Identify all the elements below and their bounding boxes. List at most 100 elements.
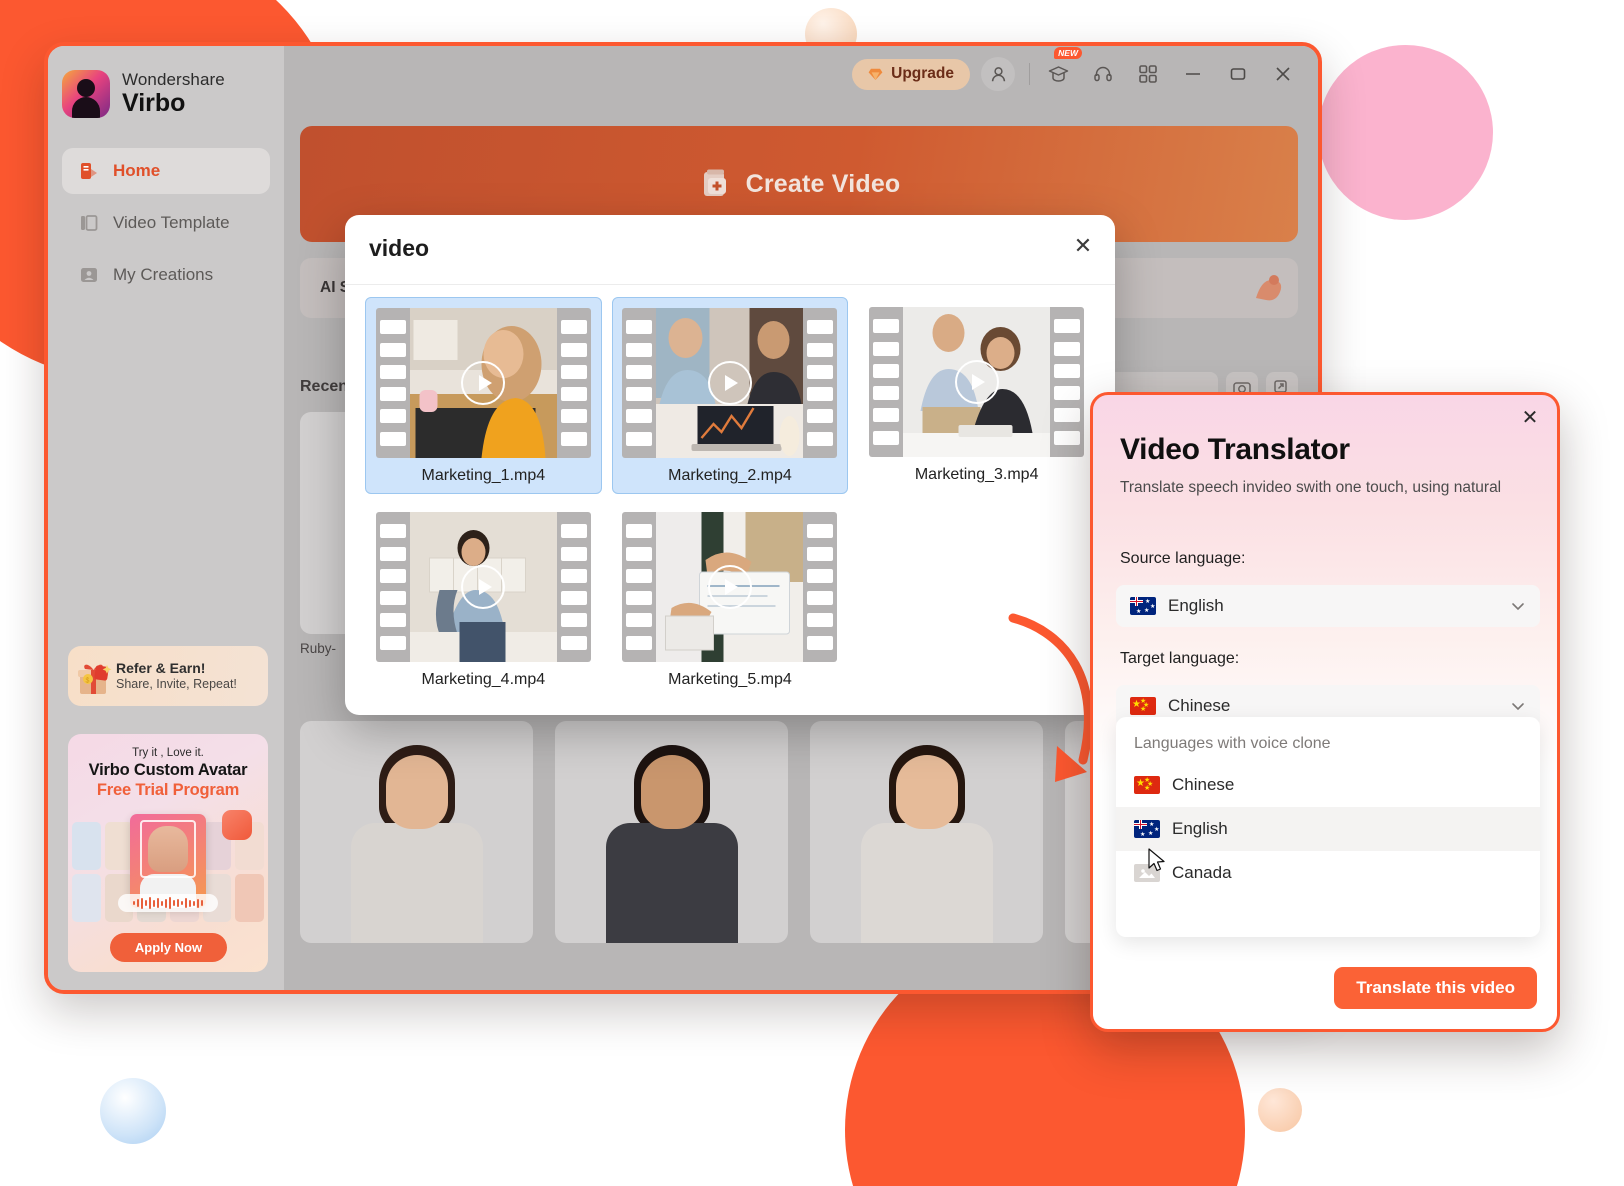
dropdown-option-english[interactable]: ★ ★ ★ ★ English — [1116, 807, 1540, 851]
close-icon[interactable] — [1266, 57, 1300, 91]
dropdown-group-label: Languages with voice clone — [1134, 735, 1331, 752]
translate-this-video-button[interactable]: Translate this video — [1334, 967, 1537, 1009]
upgrade-label: Upgrade — [891, 65, 954, 82]
avatar-thumbnail — [555, 721, 788, 943]
close-icon[interactable]: ✕ — [1517, 405, 1543, 431]
flag-australia-icon: ★ ★ ★ ★ — [1130, 597, 1156, 615]
voice-waveform-icon — [118, 894, 218, 912]
refer-subtitle: Share, Invite, Repeat! — [116, 676, 237, 691]
dropdown-option-canada[interactable]: Canada — [1116, 851, 1540, 895]
minimize-icon[interactable] — [1176, 57, 1210, 91]
flag-china-icon: ★ ★ ★ ★ — [1130, 697, 1156, 715]
video-picker-modal: video ✕ Marketing_1.mp4 Marketing_2.mp4 … — [345, 215, 1115, 715]
sidebar-item-label: My Creations — [113, 265, 214, 284]
decorative-peach-dot-small — [1258, 1088, 1302, 1132]
window-titlebar: Upgrade NEW — [284, 46, 1318, 102]
dropdown-option-label: English — [1172, 819, 1228, 838]
diamond-icon — [868, 68, 883, 80]
video-name: Marketing_5.mp4 — [668, 671, 792, 688]
titlebar-divider — [1029, 63, 1030, 85]
promo-line-3: Free Trial Program — [96, 781, 240, 799]
custom-avatar-promo-card[interactable]: Try it , Love it. Virbo Custom Avatar Fr… — [68, 734, 268, 972]
maximize-icon[interactable] — [1221, 57, 1255, 91]
sidebar-nav: Home Video Template My Creations — [48, 148, 284, 298]
headset-support-icon[interactable] — [1086, 57, 1120, 91]
decorative-pink-circle — [1318, 45, 1493, 220]
translator-title: Video Translator — [1120, 433, 1350, 466]
play-icon[interactable] — [461, 361, 506, 405]
target-language-label: Target language: — [1120, 650, 1240, 667]
play-icon[interactable] — [954, 360, 999, 404]
video-thumbnail — [869, 307, 1085, 457]
play-icon[interactable] — [707, 361, 752, 405]
account-icon[interactable] — [981, 57, 1015, 91]
apply-now-button[interactable]: Apply Now — [110, 933, 227, 962]
video-item[interactable]: Marketing_1.mp4 — [365, 297, 602, 494]
video-name: Marketing_1.mp4 — [421, 467, 546, 484]
transparent-bg-art-icon — [1246, 264, 1292, 310]
play-icon[interactable] — [707, 565, 752, 609]
brand-company-name: Wondershare — [122, 70, 225, 90]
flag-china-icon: ★ ★ ★ ★ — [1134, 776, 1160, 794]
sidebar-item-video-template[interactable]: Video Template — [62, 200, 270, 246]
flag-australia-icon: ★ ★ ★ ★ — [1134, 820, 1160, 838]
video-name: Marketing_4.mp4 — [421, 671, 546, 688]
creations-icon — [78, 264, 100, 286]
video-name: Marketing_3.mp4 — [914, 466, 1039, 483]
target-language-value: Chinese — [1168, 696, 1231, 715]
video-grid: Marketing_1.mp4 Marketing_2.mp4 Marketin… — [345, 285, 1115, 709]
avatar-card[interactable] — [300, 721, 533, 990]
dropdown-option-label: Canada — [1172, 863, 1232, 882]
chevron-down-icon — [1512, 703, 1524, 711]
video-name: Marketing_2.mp4 — [668, 467, 792, 484]
apps-grid-icon[interactable] — [1131, 57, 1165, 91]
close-icon[interactable]: ✕ — [1069, 232, 1097, 260]
chevron-down-icon — [1512, 603, 1524, 611]
avatar-thumbnail — [810, 721, 1043, 943]
video-item[interactable]: Marketing_2.mp4 — [611, 297, 849, 494]
video-item[interactable]: Marketing_5.mp4 — [612, 502, 849, 697]
video-thumbnail — [622, 308, 838, 458]
video-thumbnail — [622, 512, 838, 662]
sidebar-item-home[interactable]: Home — [62, 148, 270, 194]
create-video-icon — [703, 169, 726, 196]
modal-title: video — [369, 235, 430, 261]
sidebar: Wondershare Virbo Home Video Template My… — [48, 46, 284, 990]
avatar-badge-icon — [222, 810, 252, 840]
modal-header: video ✕ — [345, 215, 1115, 285]
virbo-logo-icon — [62, 70, 110, 118]
source-language-select[interactable]: ★ ★ ★ ★ English — [1116, 585, 1540, 627]
svg-text:$: $ — [86, 678, 90, 685]
refer-title: Refer & Earn! — [116, 660, 206, 677]
promo-line-2: Virbo Custom Avatar — [88, 761, 248, 779]
decorative-blue-dot — [100, 1078, 166, 1144]
video-translator-panel: ✕ Video Translator Translate speech invi… — [1090, 392, 1560, 1032]
play-icon[interactable] — [461, 565, 506, 609]
avatar-thumbnail — [300, 721, 533, 943]
graduation-cap-icon[interactable]: NEW — [1041, 47, 1082, 91]
language-dropdown-list: Languages with voice clone ★ ★ ★ ★ Chinese… — [1116, 717, 1540, 937]
avatar-card[interactable] — [810, 721, 1043, 990]
promo-line-1: Try it , Love it. — [132, 747, 204, 759]
home-doc-icon — [78, 160, 100, 182]
sidebar-item-label: Home — [113, 161, 161, 180]
mouse-cursor-icon — [1148, 848, 1165, 872]
dropdown-option-label: Chinese — [1172, 775, 1235, 794]
refer-and-earn-card[interactable]: $ Refer & Earn! Share, Invite, Repeat! — [68, 646, 268, 706]
source-language-label: Source language: — [1120, 550, 1246, 567]
avatar-card[interactable] — [555, 721, 788, 990]
video-thumbnail — [375, 512, 591, 662]
dropdown-option-chinese[interactable]: ★ ★ ★ ★ Chinese — [1116, 763, 1540, 807]
sidebar-item-my-creations[interactable]: My Creations — [62, 252, 270, 298]
video-item[interactable]: Marketing_3.mp4 — [858, 297, 1095, 494]
video-thumbnail — [375, 308, 591, 458]
source-language-value: English — [1168, 596, 1224, 615]
create-video-label: Create Video — [745, 169, 901, 198]
screenshot-stage: Wondershare Virbo Home Video Template My… — [0, 0, 1624, 1186]
template-icon — [78, 212, 100, 234]
translator-subtitle: Translate speech invideo swith one touch… — [1120, 479, 1502, 496]
upgrade-button[interactable]: Upgrade — [852, 58, 970, 90]
sidebar-item-label: Video Template — [113, 213, 230, 232]
gift-box-icon: $ — [74, 658, 114, 696]
video-item[interactable]: Marketing_4.mp4 — [365, 502, 602, 697]
